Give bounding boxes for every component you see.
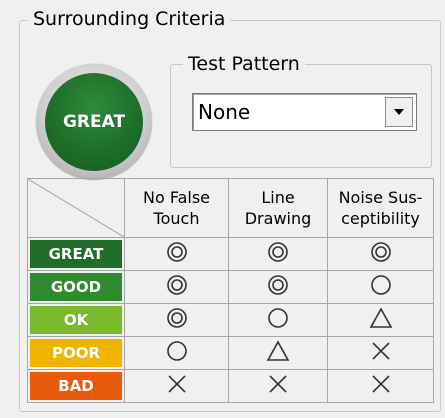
cross-icon (370, 373, 392, 395)
dropdown-arrow-button[interactable] (385, 97, 413, 127)
table-row: POOR (27, 336, 434, 370)
symbol-cell (124, 270, 229, 304)
table-row: GREAT (27, 237, 434, 271)
triangle-icon (369, 307, 393, 329)
column-header-no-false-touch: No False Touch (124, 178, 229, 238)
symbol-cell (228, 237, 328, 271)
rating-label-good: GOOD (27, 270, 125, 304)
double-circle-icon (267, 274, 289, 296)
chevron-down-icon (394, 109, 404, 115)
double-circle-icon (166, 274, 188, 296)
rating-label-poor: POOR (27, 336, 125, 370)
test-pattern-value: None (198, 100, 251, 124)
symbol-cell (228, 270, 328, 304)
double-circle-icon (166, 307, 188, 329)
symbol-cell (327, 270, 434, 304)
cross-icon (166, 373, 188, 395)
table-row: GOOD (27, 270, 434, 304)
symbol-cell (327, 369, 434, 403)
symbol-cell (124, 237, 229, 271)
table-row: OK (27, 303, 434, 337)
circle-icon (166, 340, 188, 362)
result-label: GREAT (45, 73, 143, 171)
double-circle-icon (370, 241, 392, 263)
symbol-cell (228, 369, 328, 403)
corner-cell (27, 178, 125, 238)
cross-icon (267, 373, 289, 395)
test-pattern-title: Test Pattern (183, 51, 305, 77)
double-circle-icon (166, 241, 188, 263)
symbol-cell (327, 336, 434, 370)
circle-icon (370, 274, 392, 296)
double-circle-icon (267, 241, 289, 263)
group-title: Surrounding Criteria (28, 6, 231, 32)
symbol-cell (228, 303, 328, 337)
table-row: BAD (27, 369, 434, 403)
test-pattern-select[interactable]: None (192, 93, 417, 131)
triangle-icon (266, 340, 290, 362)
rating-label-great: GREAT (27, 237, 125, 271)
symbol-cell (124, 303, 229, 337)
symbol-cell (124, 369, 229, 403)
symbol-cell (327, 303, 434, 337)
symbol-cell (124, 336, 229, 370)
column-header-noise-susceptibility: Noise Sus-ceptibility (327, 178, 434, 238)
rating-label-bad: BAD (27, 369, 125, 403)
result-great-button[interactable]: GREAT (36, 64, 152, 180)
circle-icon (267, 307, 289, 329)
symbol-cell (327, 237, 434, 271)
symbol-cell (228, 336, 328, 370)
criteria-table: No False Touch Line Drawing Noise Sus-cept… (27, 178, 434, 403)
header-row: No False Touch Line Drawing Noise Sus-cept… (27, 178, 434, 238)
rating-label-ok: OK (27, 303, 125, 337)
column-header-line-drawing: Line Drawing (228, 178, 328, 238)
cross-icon (370, 340, 392, 362)
